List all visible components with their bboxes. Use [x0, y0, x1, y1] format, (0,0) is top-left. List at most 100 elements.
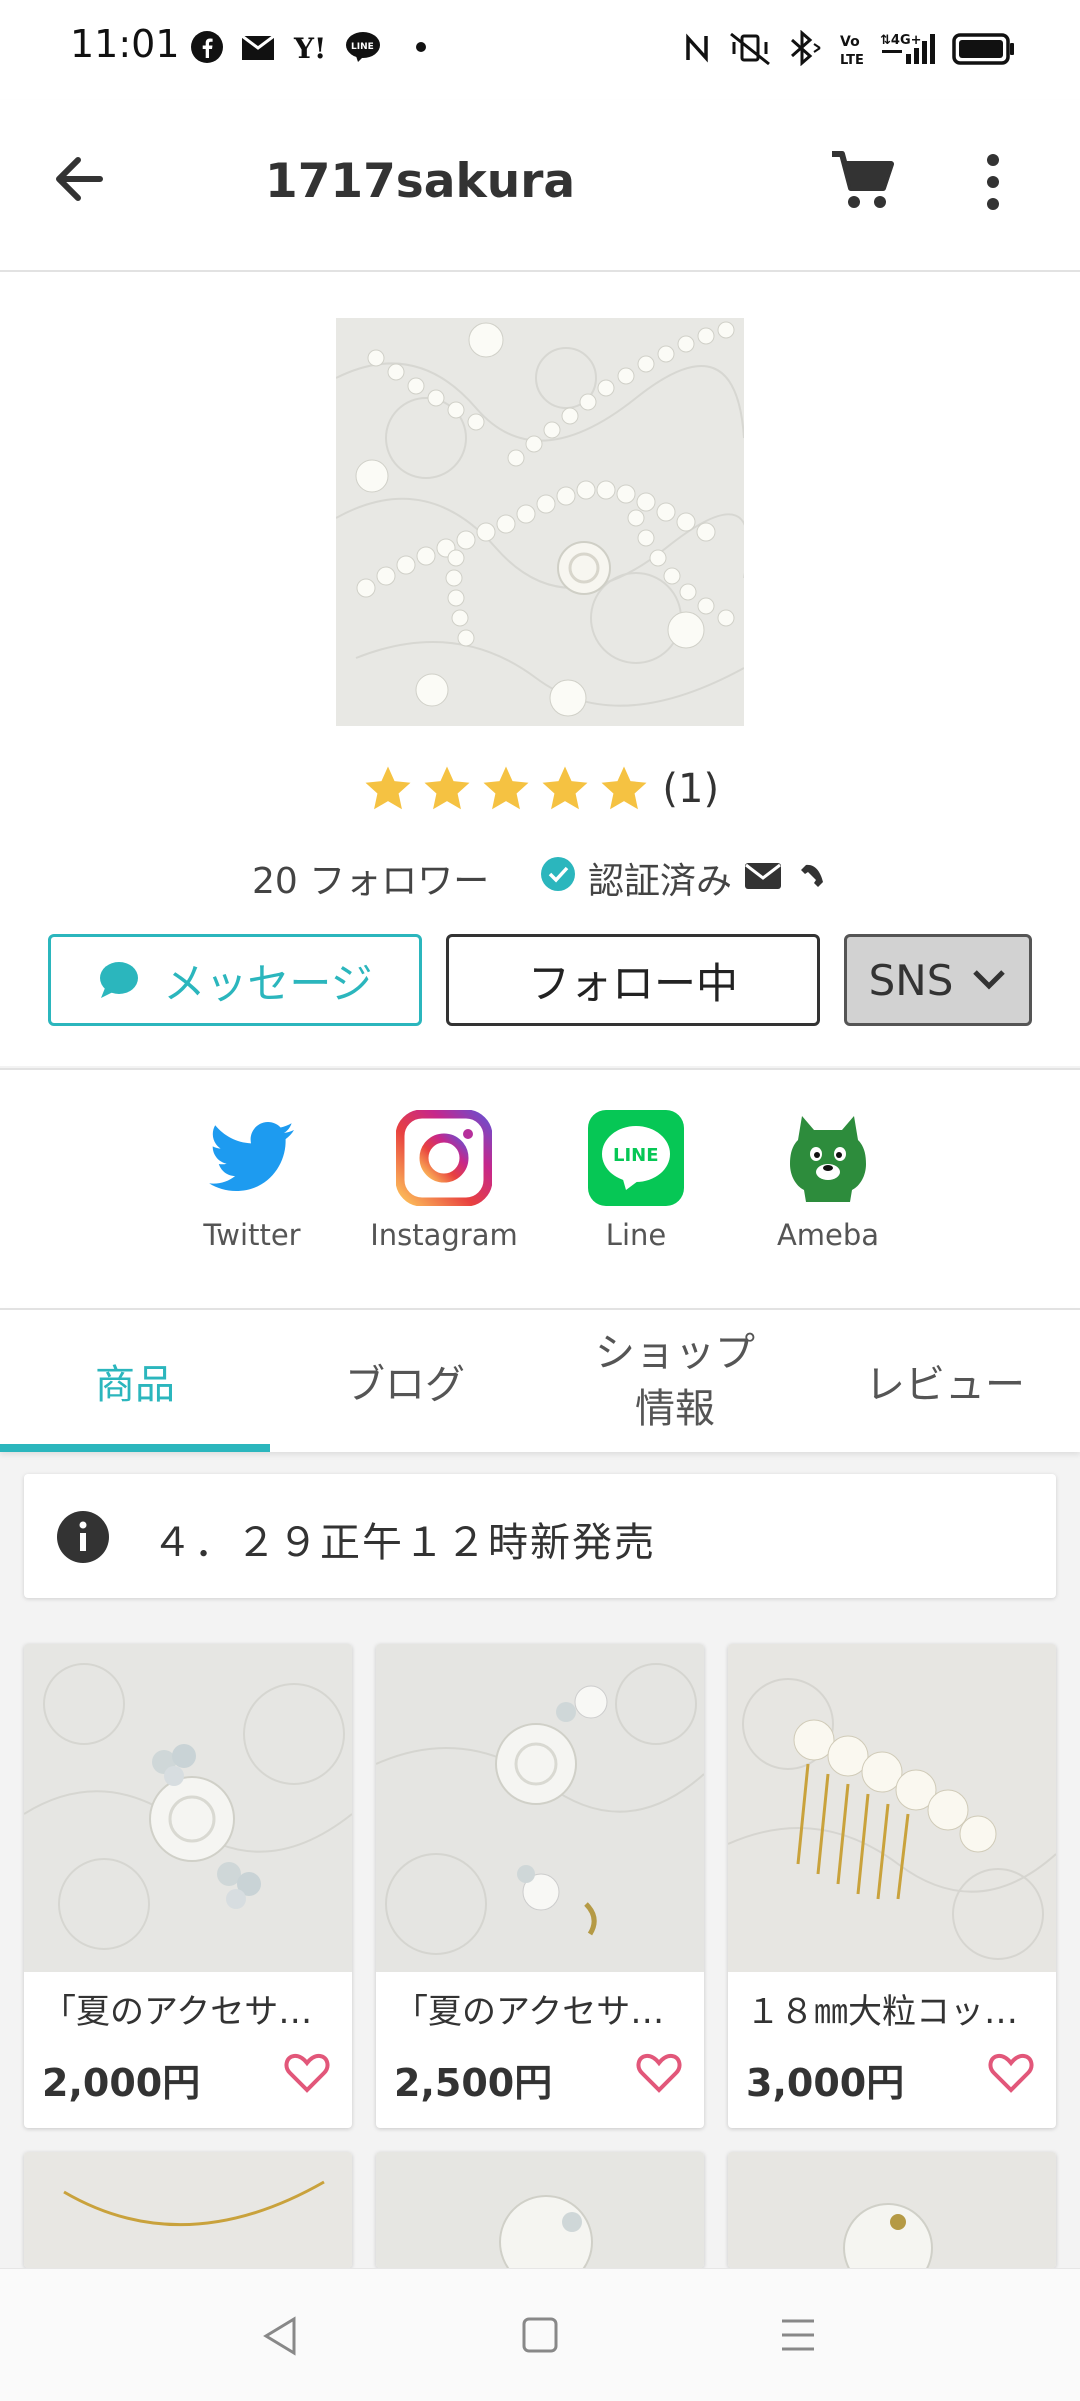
system-nav-bar — [0, 2268, 1080, 2401]
product-card[interactable]: 「夏のアクセサ… 2,500円 — [376, 1644, 704, 2128]
necklace-photo-illustration — [24, 2152, 352, 2268]
instagram-icon — [395, 1109, 493, 1207]
svg-text:LINE: LINE — [613, 1145, 659, 1166]
rating-count: (1) — [662, 766, 720, 812]
svg-text:LTE: LTE — [840, 53, 864, 68]
follow-button[interactable]: フォロー中 — [446, 934, 820, 1026]
line-app-icon: LINE — [588, 1110, 684, 1206]
tab-shop-info[interactable]: ショップ情報 — [540, 1310, 810, 1452]
product-price: 3,000円 — [746, 2061, 905, 2105]
chat-bubble-icon — [100, 962, 139, 998]
pearl-photo-illustration — [336, 318, 744, 726]
dot-icon — [416, 42, 426, 52]
star-icon — [424, 766, 470, 810]
more-options-icon[interactable] — [978, 152, 1008, 212]
mail-icon — [745, 863, 781, 889]
bluetooth-icon — [791, 30, 821, 66]
tab-reviews[interactable]: レビュー — [810, 1310, 1080, 1452]
product-card[interactable]: 「夏のアクセサ… 2,000円 — [24, 1644, 352, 2128]
line-icon: LINE — [346, 32, 380, 62]
heart-icon[interactable] — [988, 2052, 1034, 2094]
product-name: 「夏のアクセサ… — [394, 1992, 665, 2032]
sns-label-ameba: Ameba — [776, 1218, 880, 1252]
sns-link-twitter[interactable]: Twitter — [172, 1110, 332, 1252]
nav-home-icon[interactable] — [520, 2315, 560, 2355]
sns-links: Twitter Instagram LINE Line Ameba — [0, 1068, 1080, 1308]
tab-products[interactable]: 商品 — [0, 1310, 270, 1452]
earring-photo-illustration — [376, 2152, 704, 2268]
notice-text: ４．２９正午１２時新発売 — [152, 1520, 656, 1566]
earring-photo-illustration — [376, 1644, 704, 1972]
shop-meta: 20 フォロワー 認証済み — [0, 852, 1080, 908]
ameba-icon — [790, 1116, 866, 1202]
back-arrow-icon[interactable] — [50, 150, 108, 208]
product-price: 2,000円 — [42, 2061, 201, 2105]
shop-notice: ４．２９正午１２時新発売 — [24, 1474, 1056, 1598]
phone-icon — [801, 864, 823, 887]
follow-button-label: フォロー中 — [527, 958, 738, 1008]
sns-label-line: Line — [605, 1218, 667, 1252]
star-icon — [365, 766, 411, 810]
sns-button-label: SNS — [868, 955, 954, 1005]
shop-profile: (1) 20 フォロワー 認証済み メッセージ フォロー中 SNS — [0, 272, 1080, 1066]
message-button[interactable]: メッセージ — [48, 934, 422, 1026]
product-card-partial[interactable] — [376, 2152, 704, 2268]
sns-link-instagram[interactable]: Instagram — [364, 1109, 524, 1252]
active-tab-indicator — [0, 1444, 270, 1452]
status-bar: 11:01 Y! LINE Vo LTE ⇅4G+ — [0, 0, 1080, 100]
tab-blog[interactable]: ブログ — [270, 1310, 540, 1452]
product-name: １８㎜大粒コッ… — [746, 1992, 1018, 2032]
mute-vibrate-icon — [730, 32, 770, 66]
twitter-icon — [209, 1122, 294, 1191]
verified-label: 認証済み — [588, 861, 733, 902]
follower-count[interactable]: 20 フォロワー — [252, 852, 489, 904]
svg-text:⇅4G+: ⇅4G+ — [880, 33, 922, 48]
product-card[interactable]: １８㎜大粒コッ… 3,000円 — [728, 1644, 1056, 2128]
info-icon — [57, 1511, 109, 1563]
shop-tabs: 商品 ブログ ショップ情報 レビュー — [0, 1308, 1080, 1452]
sns-dropdown-button[interactable]: SNS — [844, 934, 1032, 1026]
signal-4g-icon: ⇅4G+ — [880, 33, 935, 64]
nav-back-icon[interactable] — [260, 2315, 300, 2357]
svg-text:Y!: Y! — [293, 32, 326, 64]
product-image — [376, 1644, 704, 1972]
svg-text:Vo: Vo — [840, 34, 860, 50]
volte-icon: Vo LTE — [840, 34, 864, 68]
product-name: 「夏のアクセサ… — [42, 1992, 313, 2032]
status-time: 11:01 — [70, 22, 180, 66]
heart-icon[interactable] — [636, 2052, 682, 2094]
battery-icon — [952, 33, 1014, 65]
product-card-partial[interactable] — [728, 2152, 1056, 2268]
product-image — [728, 2152, 1056, 2268]
star-icon — [542, 766, 588, 810]
earring-photo-illustration — [728, 2152, 1056, 2268]
yahoo-icon: Y! — [293, 32, 326, 64]
mail-app-icon — [241, 34, 275, 60]
sns-label-twitter: Twitter — [203, 1218, 301, 1252]
verified-check-icon — [541, 857, 575, 891]
heart-icon[interactable] — [284, 2052, 330, 2094]
app-header: 1717sakura — [0, 100, 1080, 272]
page-title: 1717sakura — [265, 154, 576, 209]
sns-link-line[interactable]: LINE Line — [556, 1110, 716, 1252]
earring-photo-illustration — [24, 1644, 352, 1972]
facebook-icon — [191, 31, 223, 63]
star-icon — [483, 766, 529, 810]
product-image — [24, 1644, 352, 1972]
product-image — [24, 2152, 352, 2268]
product-card-partial[interactable] — [24, 2152, 352, 2268]
chevron-down-icon — [973, 970, 1006, 990]
hair-comb-photo-illustration — [728, 1644, 1056, 1972]
cart-icon[interactable] — [828, 148, 896, 212]
product-image — [728, 1644, 1056, 1972]
svg-text:LINE: LINE — [351, 42, 374, 52]
message-button-label: メッセージ — [163, 958, 373, 1008]
sns-link-ameba[interactable]: Ameba — [748, 1110, 908, 1252]
product-image — [376, 2152, 704, 2268]
nfc-icon — [686, 33, 708, 63]
product-price: 2,500円 — [394, 2061, 553, 2105]
nav-menu-icon[interactable] — [778, 2315, 818, 2355]
shop-avatar-image — [336, 318, 744, 726]
sns-label-instagram: Instagram — [370, 1218, 518, 1252]
star-icon — [601, 766, 647, 810]
